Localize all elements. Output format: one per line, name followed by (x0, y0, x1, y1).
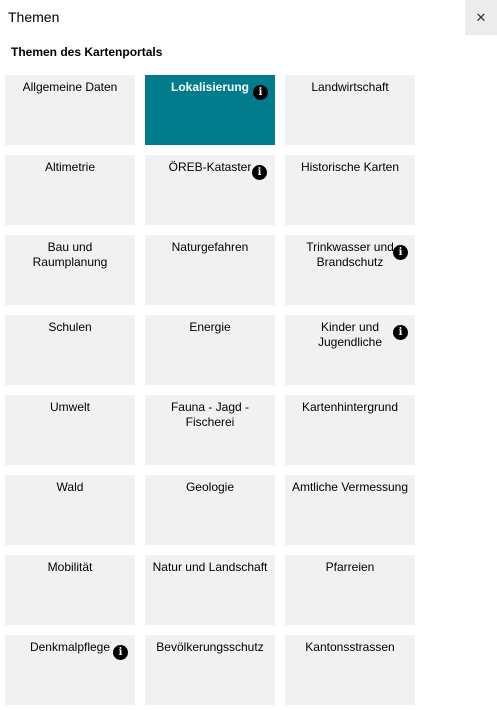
theme-tile[interactable]: Naturgefahren (145, 235, 275, 305)
theme-tile-label: Umwelt (49, 400, 90, 414)
theme-tile[interactable]: Altimetrie (5, 155, 135, 225)
theme-tile[interactable]: Schulen (5, 315, 135, 385)
theme-tile[interactable]: Energie (145, 315, 275, 385)
info-icon[interactable]: i (393, 325, 408, 340)
theme-tile-label: Historische Karten (300, 160, 400, 174)
info-icon[interactable]: i (252, 165, 267, 180)
theme-tile[interactable]: Natur und Landschaft (145, 555, 275, 625)
theme-tile-label: Allgemeine Daten (22, 80, 118, 94)
theme-tile[interactable]: Lokalisierung i (145, 75, 275, 145)
theme-tile-label: Kartenhintergrund (301, 400, 399, 414)
theme-tile[interactable]: Trinkwasser und Brandschutz i (285, 235, 415, 305)
theme-tile-label: Kantonsstrassen (305, 640, 395, 654)
theme-tile[interactable]: Landwirtschaft (285, 75, 415, 145)
theme-tile[interactable]: Bevölkerungsschutz (145, 635, 275, 705)
theme-tile[interactable]: Bau und Raumplanung (5, 235, 135, 305)
themes-panel: Themen ✕ Themen des Kartenportals Allgem… (0, 0, 497, 710)
theme-tile[interactable]: Historische Karten (285, 155, 415, 225)
theme-tile-label: Schulen (48, 320, 92, 334)
theme-tile[interactable]: Allgemeine Daten (5, 75, 135, 145)
theme-tile-label: Mobilität (47, 560, 93, 574)
theme-tile-label: Energie (189, 320, 231, 334)
theme-tile[interactable]: Pfarreien (285, 555, 415, 625)
panel-title: Themen (8, 9, 60, 25)
theme-tile-label: Fauna - Jagd - Fischerei (170, 400, 250, 429)
theme-tile[interactable]: ÖREB-Kataster i (145, 155, 275, 225)
theme-tile[interactable]: Kantonsstrassen (285, 635, 415, 705)
theme-tile-label: Wald (56, 480, 84, 494)
theme-tile-label: Naturgefahren (171, 240, 249, 254)
theme-tile-label: Bau und Raumplanung (32, 240, 108, 269)
theme-tile-label: Bevölkerungsschutz (156, 640, 264, 654)
info-icon[interactable]: i (393, 245, 408, 260)
section-title: Themen des Kartenportals (11, 45, 163, 59)
close-icon: ✕ (475, 10, 487, 25)
info-icon[interactable]: i (253, 85, 268, 100)
theme-tile-label: Amtliche Vermessung (291, 480, 409, 494)
info-icon[interactable]: i (113, 645, 128, 660)
theme-tile[interactable]: Umwelt (5, 395, 135, 465)
theme-tile[interactable]: Fauna - Jagd - Fischerei (145, 395, 275, 465)
theme-tile[interactable]: Kartenhintergrund (285, 395, 415, 465)
panel-header: Themen ✕ (0, 0, 497, 35)
theme-tile-label: Landwirtschaft (311, 80, 389, 94)
theme-tile[interactable]: Wald (5, 475, 135, 545)
close-button[interactable]: ✕ (465, 0, 497, 35)
theme-tile[interactable]: Denkmalpflege i (5, 635, 135, 705)
theme-tile-label: Geologie (185, 480, 235, 494)
theme-tile-label: Pfarreien (325, 560, 375, 574)
theme-grid: Allgemeine Daten Lokalisierung i Landwirtsc… (5, 75, 415, 705)
theme-tile-label: Altimetrie (44, 160, 95, 174)
theme-tile-label: Natur und Landschaft (152, 560, 268, 574)
theme-tile[interactable]: Geologie (145, 475, 275, 545)
theme-tile[interactable]: Mobilität (5, 555, 135, 625)
theme-tile[interactable]: Kinder und Jugendliche i (285, 315, 415, 385)
theme-tile[interactable]: Amtliche Vermessung (285, 475, 415, 545)
